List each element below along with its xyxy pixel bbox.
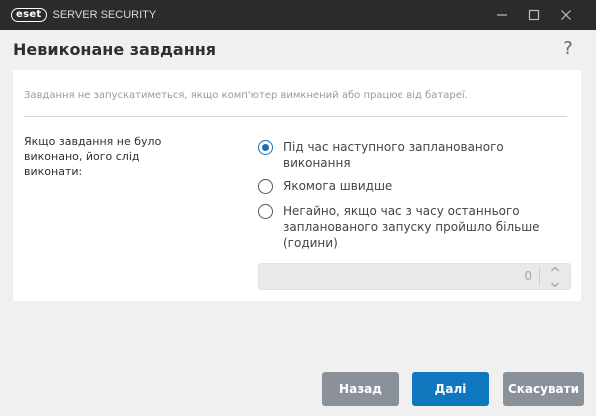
divider (24, 116, 567, 117)
hours-stepper[interactable]: 0 (258, 263, 571, 290)
stepper-separator (539, 267, 540, 286)
settings-panel: Завдання не запускатиметься, якщо комп'ю… (13, 70, 581, 301)
stepper-value: 0 (524, 269, 532, 283)
option-next-scheduled[interactable]: Під час наступного запланованого виконан… (258, 139, 523, 171)
next-button[interactable]: Далі (412, 372, 489, 406)
option-label: Негайно, якщо час з часу останнього запл… (283, 204, 540, 250)
help-button[interactable]: ? (560, 38, 576, 60)
chevron-up-icon[interactable] (550, 265, 560, 273)
close-button[interactable] (548, 0, 584, 30)
cancel-button[interactable]: Скасувати (503, 372, 584, 406)
minimize-icon (497, 14, 507, 16)
radio-button[interactable] (258, 204, 273, 219)
eset-logo: eset (11, 8, 47, 22)
title-bar: eset SERVER SECURITY (0, 0, 596, 30)
option-label: Під час наступного запланованого виконан… (283, 140, 504, 170)
back-button[interactable]: Назад (322, 372, 399, 406)
close-icon (561, 10, 571, 20)
option-immediately-if-elapsed[interactable]: Негайно, якщо час з часу останнього запл… (258, 203, 548, 251)
field-label: Якщо завдання не було виконано, його слі… (24, 135, 162, 178)
app-logo: eset SERVER SECURITY (11, 0, 156, 30)
stepper-buttons (545, 265, 565, 289)
option-label: Якомога швидше (283, 179, 393, 193)
radio-button[interactable] (258, 179, 273, 194)
hint-text: Завдання не запускатиметься, якщо комп'ю… (24, 90, 468, 101)
option-asap[interactable]: Якомога швидше (258, 178, 392, 194)
maximize-button[interactable] (516, 0, 552, 30)
chevron-down-icon[interactable] (550, 281, 560, 289)
product-name: SERVER SECURITY (52, 9, 157, 21)
minimize-button[interactable] (484, 0, 520, 30)
page-title: Невиконане завдання (13, 40, 217, 59)
radio-button-checked[interactable] (258, 140, 273, 155)
maximize-icon (528, 9, 540, 21)
